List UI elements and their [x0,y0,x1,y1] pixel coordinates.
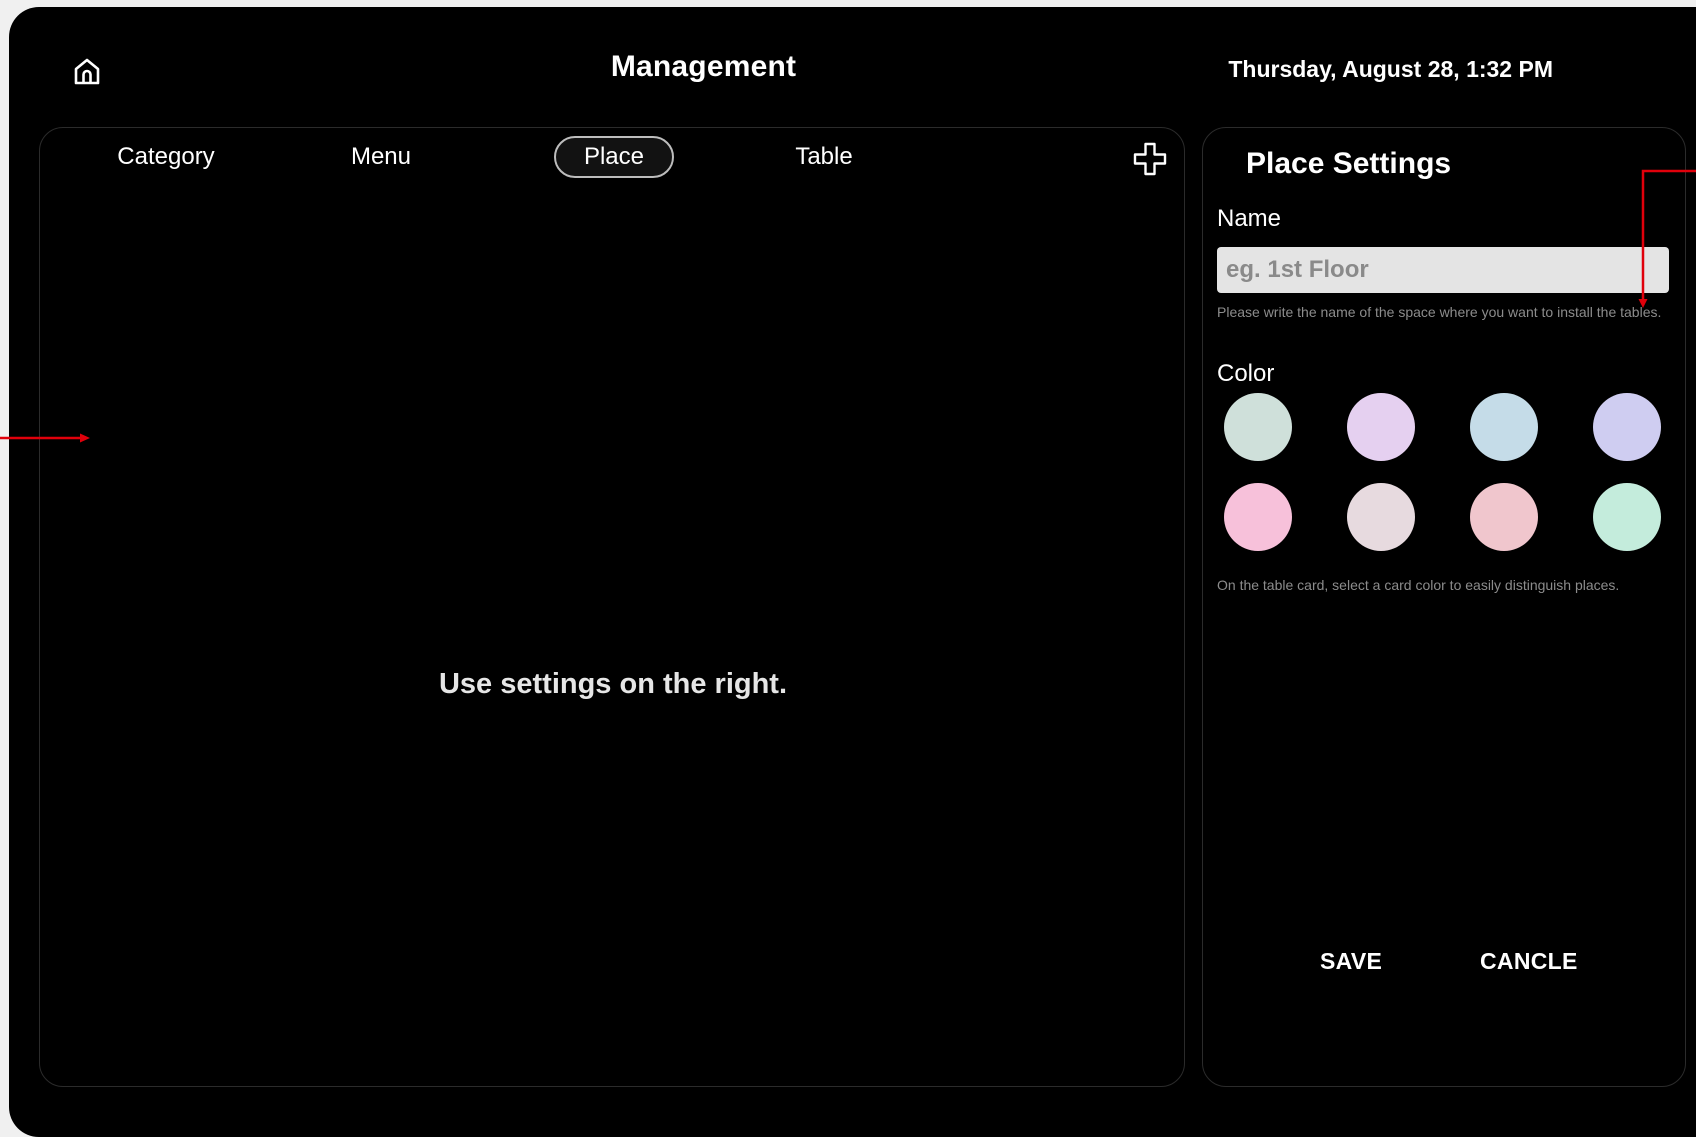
empty-state-message: Use settings on the right. [40,668,1186,701]
datetime-display: Thursday, August 28, 1:32 PM [1228,56,1553,83]
app-window: Management Thursday, August 28, 1:32 PM … [9,7,1696,1137]
place-settings-panel: Place Settings Name Please write the nam… [1202,127,1686,1087]
color-swatch[interactable] [1470,393,1538,461]
name-input[interactable] [1217,247,1669,293]
color-label: Color [1217,360,1274,388]
cancel-button[interactable]: CANCLE [1480,948,1578,975]
tab-table[interactable]: Table [779,136,869,178]
settings-title: Place Settings [1246,147,1451,181]
color-swatch[interactable] [1224,483,1292,551]
color-swatch[interactable] [1593,483,1661,551]
tab-place[interactable]: Place [554,136,674,178]
color-swatch[interactable] [1347,393,1415,461]
color-swatch[interactable] [1470,483,1538,551]
color-hint: On the table card, select a card color t… [1217,576,1672,594]
save-button[interactable]: SAVE [1320,948,1382,975]
name-hint: Please write the name of the space where… [1217,303,1672,321]
plus-icon [1132,141,1168,177]
main-panel: Category Menu Place Table Use settings o… [39,127,1185,1087]
color-swatch[interactable] [1347,483,1415,551]
page-title: Management [9,50,1398,84]
add-button[interactable] [1132,141,1168,177]
color-swatch[interactable] [1593,393,1661,461]
name-label: Name [1217,205,1281,233]
tab-menu[interactable]: Menu [341,136,421,178]
tab-category[interactable]: Category [106,136,226,178]
color-swatch[interactable] [1224,393,1292,461]
